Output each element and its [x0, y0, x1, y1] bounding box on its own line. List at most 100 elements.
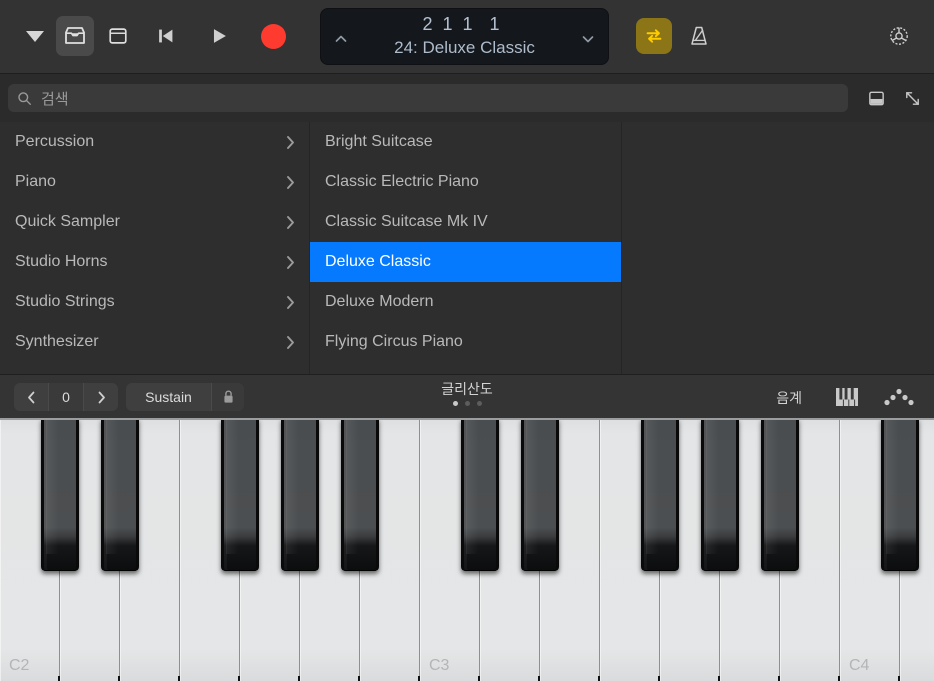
- category-label: Studio Strings: [15, 293, 286, 311]
- category-label: Piano: [15, 173, 286, 191]
- play-icon: [208, 25, 230, 47]
- cycle-icon: [643, 25, 665, 47]
- play-button[interactable]: [203, 19, 235, 53]
- scale-label[interactable]: 음계: [776, 388, 802, 408]
- patch-label: Deluxe Classic: [325, 253, 607, 271]
- inspector-panel-icon: [107, 25, 129, 47]
- patch-row[interactable]: Flying Circus Piano: [310, 322, 621, 362]
- disclosure-chevron-icon: [286, 335, 295, 350]
- sustain-button[interactable]: Sustain: [126, 383, 211, 411]
- sustain-lock-button[interactable]: [211, 383, 244, 411]
- chevron-right-icon: [95, 390, 108, 405]
- patch-label: Deluxe Modern: [325, 293, 607, 311]
- chevron-left-icon: [25, 390, 38, 405]
- black-key[interactable]: [761, 418, 799, 571]
- inspector-button[interactable]: [102, 19, 134, 53]
- expand-button[interactable]: [900, 86, 924, 110]
- patch-row-selected[interactable]: Deluxe Classic: [310, 242, 621, 282]
- octave-marker-label: C2: [9, 657, 29, 675]
- gear-icon: [886, 23, 912, 49]
- category-row[interactable]: Quick Sampler: [0, 202, 309, 242]
- disclosure-chevron-icon: [286, 215, 295, 230]
- black-key[interactable]: [101, 418, 139, 571]
- library-button[interactable]: [56, 16, 94, 56]
- patch-label: Flying Circus Piano: [325, 333, 607, 351]
- category-label: Synthesizer: [15, 333, 286, 351]
- keyboard-layout-button[interactable]: [833, 385, 861, 409]
- octave-stepper[interactable]: 0: [14, 383, 118, 411]
- patch-label: Classic Electric Piano: [325, 173, 607, 191]
- black-key[interactable]: [41, 418, 79, 571]
- go-to-start-button[interactable]: [150, 19, 182, 53]
- musical-typing-keyboard[interactable]: C2 C3 C4: [0, 418, 934, 681]
- black-key[interactable]: [701, 418, 739, 571]
- caret-down-icon: [26, 31, 44, 42]
- black-key[interactable]: [221, 418, 259, 571]
- chevron-up-icon: [333, 31, 349, 47]
- split-view-icon: [867, 89, 886, 108]
- search-input[interactable]: 검색: [41, 88, 69, 109]
- black-key[interactable]: [521, 418, 559, 571]
- search-field[interactable]: 검색: [8, 84, 848, 112]
- octave-down-button[interactable]: [14, 383, 48, 411]
- category-row[interactable]: Synthesizer: [0, 322, 309, 362]
- lcd-display[interactable]: 2111 24: Deluxe Classic: [320, 8, 609, 65]
- patch-label: Classic Suitcase Mk IV: [325, 213, 607, 231]
- skip-to-start-icon: [155, 25, 177, 47]
- page-dot[interactable]: [465, 401, 470, 406]
- black-key[interactable]: [641, 418, 679, 571]
- settings-button[interactable]: [882, 19, 916, 53]
- disclosure-chevron-icon: [286, 135, 295, 150]
- metronome-button[interactable]: [682, 18, 716, 54]
- lcd-ticks: 1: [478, 14, 512, 35]
- piano-keys-icon: [834, 386, 860, 408]
- disclosure-chevron-icon: [286, 255, 295, 270]
- black-key[interactable]: [341, 418, 379, 571]
- cycle-button[interactable]: [636, 18, 672, 54]
- record-button[interactable]: [256, 19, 290, 53]
- lock-icon: [222, 389, 235, 405]
- octave-up-button[interactable]: [84, 383, 118, 411]
- chord-trigger-icon: [883, 387, 915, 407]
- chord-trigger-button[interactable]: [882, 385, 916, 409]
- disclosure-chevron-icon: [286, 295, 295, 310]
- patch-column[interactable]: Bright Suitcase Classic Electric Piano Cla…: [310, 122, 622, 374]
- patch-row[interactable]: Classic Electric Piano: [310, 162, 621, 202]
- octave-marker-label: C3: [429, 657, 449, 675]
- patch-row[interactable]: Classic Suitcase Mk IV: [310, 202, 621, 242]
- black-key[interactable]: [281, 418, 319, 571]
- category-row[interactable]: Studio Strings: [0, 282, 309, 322]
- lcd-previous-patch-button[interactable]: [333, 31, 349, 47]
- logic-pro-library-window: 2111 24: Deluxe Classic: [0, 0, 934, 681]
- patch-label: Bright Suitcase: [325, 133, 607, 151]
- disclosure-chevron-icon: [286, 175, 295, 190]
- category-row[interactable]: Percussion: [0, 122, 309, 162]
- patch-row[interactable]: Deluxe Modern: [310, 282, 621, 322]
- category-row[interactable]: Piano: [0, 162, 309, 202]
- expand-diagonal-icon: [903, 89, 922, 108]
- library-browser: Percussion Piano Quick Sampler Studio Horns…: [0, 122, 934, 374]
- category-label: Percussion: [15, 133, 286, 151]
- search-bar: 검색: [0, 74, 934, 122]
- keyboard-top-edge: [0, 418, 934, 420]
- category-label: Quick Sampler: [15, 213, 286, 231]
- black-key[interactable]: [881, 418, 919, 571]
- black-key[interactable]: [461, 418, 499, 571]
- split-view-button[interactable]: [864, 86, 888, 110]
- detail-column: [622, 122, 934, 374]
- transport-bar: 2111 24: Deluxe Classic: [0, 0, 934, 74]
- octave-marker-label: C4: [849, 657, 869, 675]
- page-dot[interactable]: [477, 401, 482, 406]
- menu-caret-button[interactable]: [18, 19, 52, 53]
- record-icon: [261, 24, 286, 49]
- page-dot[interactable]: [453, 401, 458, 406]
- lcd-beat: 1: [438, 14, 458, 35]
- category-column[interactable]: Percussion Piano Quick Sampler Studio Horns…: [0, 122, 310, 374]
- lcd-division: 1: [458, 14, 478, 35]
- lcd-next-patch-button[interactable]: [580, 31, 596, 47]
- category-row[interactable]: Studio Horns: [0, 242, 309, 282]
- sustain-group[interactable]: Sustain: [126, 383, 244, 411]
- patch-row[interactable]: Bright Suitcase: [310, 122, 621, 162]
- category-label: Studio Horns: [15, 253, 286, 271]
- metronome-icon: [687, 24, 711, 48]
